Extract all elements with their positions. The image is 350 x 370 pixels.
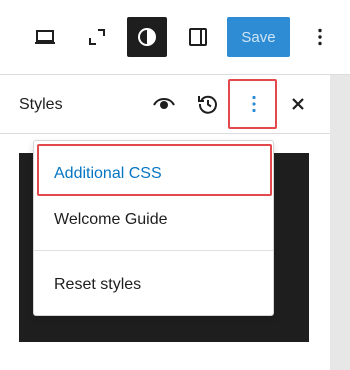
- revisions-button[interactable]: [192, 88, 224, 120]
- style-book-button[interactable]: [148, 88, 180, 120]
- menu-item-welcome-guide[interactable]: Welcome Guide: [34, 200, 273, 240]
- desktop-icon: [35, 30, 55, 44]
- fullscreen-icon: [89, 29, 105, 45]
- eye-icon: [153, 98, 175, 109]
- highlight-box: [228, 79, 277, 129]
- revisions-icon: [198, 95, 217, 114]
- highlight-box: [37, 144, 272, 196]
- panel-title: Styles: [19, 96, 63, 113]
- panel-header-divider: [0, 133, 330, 134]
- editor-toolbar: Save: [0, 0, 350, 74]
- settings-sidebar-button[interactable]: [178, 17, 218, 57]
- desktop-preview-button[interactable]: [25, 17, 65, 57]
- scrollbar[interactable]: [330, 75, 350, 370]
- menu-item-reset-styles[interactable]: Reset styles: [34, 265, 273, 305]
- menu-divider: [34, 250, 273, 251]
- fullscreen-button[interactable]: [77, 17, 117, 57]
- styles-contrast-icon: [138, 28, 156, 46]
- settings-sidebar-icon: [189, 28, 207, 46]
- close-panel-button[interactable]: [282, 88, 314, 120]
- styles-button[interactable]: [127, 17, 167, 57]
- save-button[interactable]: Save: [227, 17, 290, 57]
- options-button[interactable]: [300, 17, 340, 57]
- close-icon: [292, 98, 304, 110]
- more-vertical-icon: [318, 28, 322, 46]
